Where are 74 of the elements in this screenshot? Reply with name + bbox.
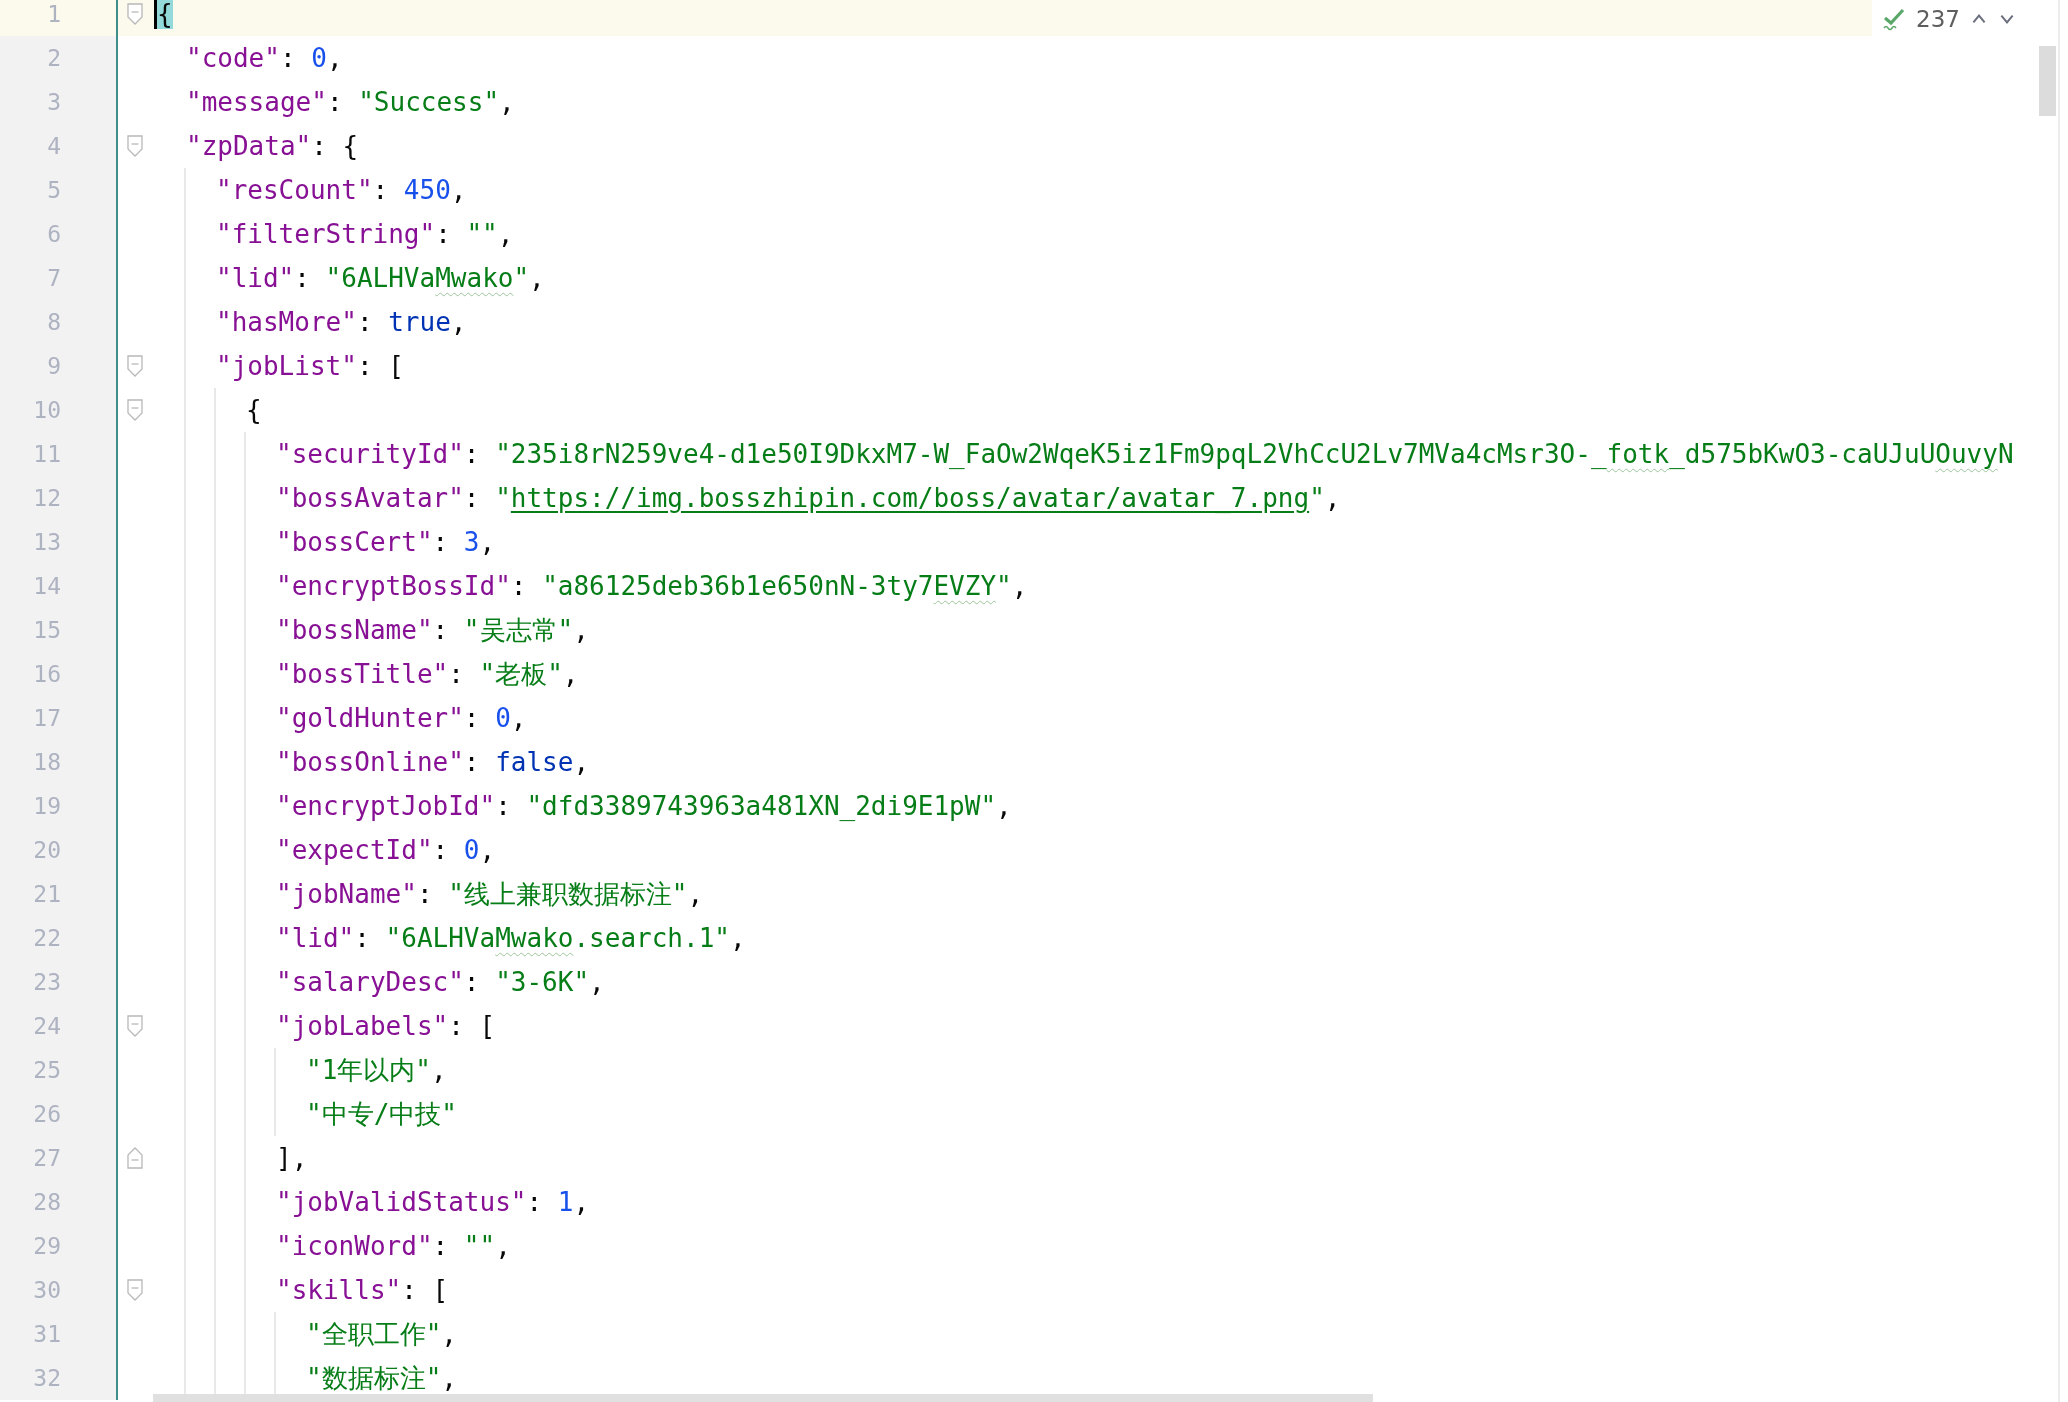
line-number: 13 — [33, 530, 61, 554]
line-number: 4 — [47, 134, 61, 158]
code-line: "jobValidStatus": 1, — [152, 1180, 2034, 1224]
line-number: 24 — [33, 1014, 61, 1038]
line-number: 2 — [47, 46, 61, 70]
line-number: 30 — [33, 1278, 61, 1302]
fold-marker-icon[interactable] — [127, 399, 143, 421]
line-number: 25 — [33, 1058, 61, 1082]
line-number: 21 — [33, 882, 61, 906]
fold-marker-icon[interactable] — [127, 1015, 143, 1037]
line-number: 31 — [33, 1322, 61, 1346]
code-line: "jobName": "线上兼职数据标注", — [152, 872, 2034, 916]
line-number: 12 — [33, 486, 61, 510]
code-line: "message": "Success", — [185, 86, 516, 119]
code-line: "salaryDesc": "3-6K", — [152, 960, 2034, 1004]
code-line: "中专/中技" — [152, 1092, 2034, 1136]
code-line: "jobList": [ — [152, 344, 2034, 388]
code-line: "encryptBossId": "a86125deb36b1e650nN-3ty7EVZY", — [152, 564, 2034, 608]
code-line: "bossName": "吴志常", — [152, 608, 2034, 652]
code-line: "1年以内", — [152, 1048, 2034, 1092]
line-number: 22 — [33, 926, 61, 950]
line-number: 19 — [33, 794, 61, 818]
code-line: "resCount": 450, — [152, 168, 2034, 212]
code-line: "bossTitle": "老板", — [152, 652, 2034, 696]
code-line: "bossOnline": false, — [152, 740, 2034, 784]
line-number: 8 — [47, 310, 61, 334]
code-line: "全职工作", — [152, 1312, 2034, 1356]
code-line: "jobLabels": [ — [152, 1004, 2034, 1048]
line-number: 1 — [47, 2, 61, 26]
line-number: 17 — [33, 706, 61, 730]
fold-marker-icon[interactable] — [127, 1147, 143, 1169]
code-line: "bossAvatar": "https://img.bosszhipin.com/boss/avatar/avatar_7.png", — [152, 476, 2034, 520]
code-line: "skills": [ — [152, 1268, 2034, 1312]
check-icon — [1882, 7, 1906, 31]
code-line: "goldHunter": 0, — [152, 696, 2034, 740]
code-line: "lid": "6ALHVaMwako", — [152, 256, 2034, 300]
line-number: 11 — [33, 442, 61, 466]
line-number: 9 — [47, 354, 61, 378]
code-line: "bossCert": 3, — [152, 520, 2034, 564]
line-number: 32 — [33, 1366, 61, 1390]
url-link[interactable]: https://img.bosszhipin.com/boss/avatar/avatar_7.png — [510, 483, 1310, 513]
line-number: 10 — [33, 398, 61, 422]
line-number: 28 — [33, 1190, 61, 1214]
code-line: "securityId": "235i8rN259ve4-d1e50I9DkxM7-W_FaOw2WqeK5iz1Fm9pqL2VhCcU2Lv7MVa4cMsr3O-_fotk_d575bKwO3-caUJuUOuvyN — [152, 432, 2034, 476]
fold-marker-icon[interactable] — [127, 355, 143, 377]
fold-marker-icon[interactable] — [127, 1279, 143, 1301]
code-line: "zpData": { — [185, 130, 360, 163]
line-number: 27 — [33, 1146, 61, 1170]
fold-marker-icon[interactable] — [127, 135, 143, 157]
line-number: 14 — [33, 574, 61, 598]
code-line: "hasMore": true, — [152, 300, 2034, 344]
fold-marker-icon[interactable] — [127, 3, 143, 25]
scrollbar-thumb[interactable] — [2039, 46, 2056, 116]
line-number: 23 — [33, 970, 61, 994]
code-line: "lid": "6ALHVaMwako.search.1", — [152, 916, 2034, 960]
line-number: 26 — [33, 1102, 61, 1126]
code-line: { — [152, 388, 2034, 432]
code-line: "encryptJobId": "dfd3389743963a481XN_2di9E1pW", — [152, 784, 2034, 828]
line-number: 3 — [47, 90, 61, 114]
line-number: 7 — [47, 266, 61, 290]
line-number: 6 — [47, 222, 61, 246]
code-line: "expectId": 0, — [152, 828, 2034, 872]
code-line: "code": 0, — [185, 42, 344, 75]
line-number: 18 — [33, 750, 61, 774]
code-line: "iconWord": "", — [152, 1224, 2034, 1268]
line-number: 5 — [47, 178, 61, 202]
code-line: ], — [152, 1136, 2034, 1180]
line-number: 16 — [33, 662, 61, 686]
problem-count: 237 — [1916, 6, 1960, 32]
line-number: 15 — [33, 618, 61, 642]
line-number: 20 — [33, 838, 61, 862]
code-line: "filterString": "", — [152, 212, 2034, 256]
scrollbar-thumb[interactable] — [153, 1394, 1373, 1402]
line-number: 29 — [33, 1234, 61, 1258]
